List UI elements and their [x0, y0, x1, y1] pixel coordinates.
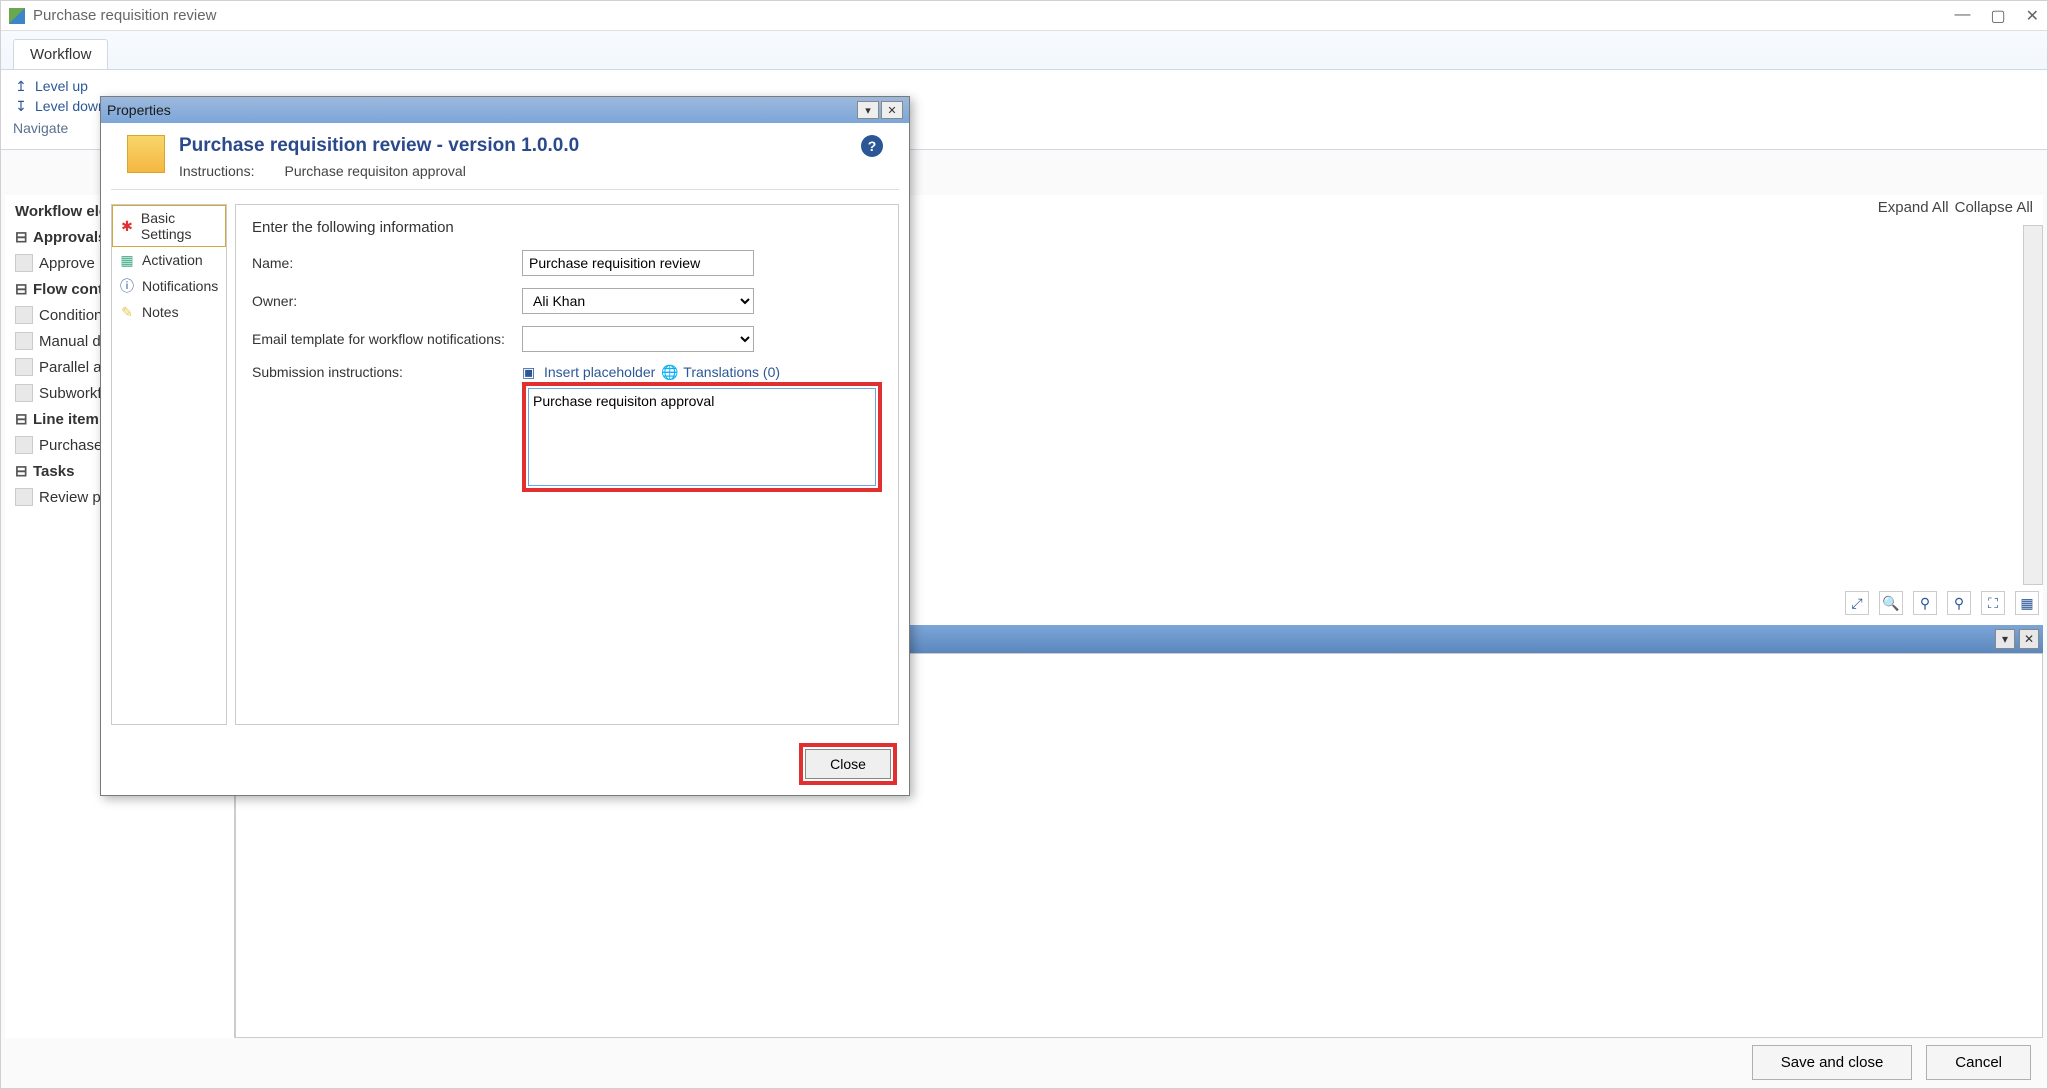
level-up-button[interactable]: ↥ Level up	[13, 76, 2035, 96]
expand-all-button[interactable]: Expand All	[1878, 199, 1949, 216]
cancel-button[interactable]: Cancel	[1926, 1045, 2031, 1080]
workflow-type-icon	[127, 135, 165, 173]
collapse-all-button[interactable]: Collapse All	[1955, 199, 2033, 216]
grid-icon[interactable]: ▦	[2015, 591, 2039, 615]
level-up-icon: ↥	[13, 78, 29, 94]
insert-placeholder-link[interactable]: Insert placeholder	[544, 364, 655, 380]
collapse-icon[interactable]: ⊟	[15, 280, 27, 298]
instructions-highlight	[522, 382, 882, 492]
dialog-dropdown-icon[interactable]: ▾	[857, 101, 879, 119]
collapse-icon[interactable]: ⊟	[15, 410, 27, 428]
nav-activation[interactable]: ▦Activation	[112, 247, 226, 273]
help-icon[interactable]: ?	[861, 135, 883, 157]
manual-icon	[15, 332, 33, 350]
instructions-label: Instructions:	[179, 163, 254, 179]
save-and-close-button[interactable]: Save and close	[1752, 1045, 1913, 1080]
dialog-close-icon[interactable]: ✕	[881, 101, 903, 119]
nav-basic-settings[interactable]: ✱Basic Settings	[112, 205, 226, 247]
fit-icon[interactable]: ⤢	[1845, 591, 1869, 615]
vertical-scrollbar[interactable]	[2023, 225, 2043, 585]
collapse-icon[interactable]: ⊟	[15, 228, 27, 246]
panel-close-icon[interactable]: ✕	[2019, 629, 2039, 649]
expand-icon[interactable]: ⛶	[1981, 591, 2005, 615]
collapse-icon[interactable]: ⊟	[15, 462, 27, 480]
activation-icon: ▦	[118, 251, 136, 269]
close-button[interactable]: Close	[805, 749, 891, 779]
zoom-100-icon[interactable]: ⚲	[1913, 591, 1937, 615]
zoom-out-icon[interactable]: ⚲	[1947, 591, 1971, 615]
zoom-in-icon[interactable]: 🔍	[1879, 591, 1903, 615]
panel-dropdown-icon[interactable]: ▾	[1995, 629, 2015, 649]
dialog-form: Enter the following information Name: Ow…	[235, 204, 899, 725]
approve-icon	[15, 254, 33, 272]
notes-icon: ✎	[118, 303, 136, 321]
star-icon: ✱	[119, 217, 135, 235]
main-titlebar: Purchase requisition review — ▢ ✕	[1, 1, 2047, 31]
nav-notes[interactable]: ✎Notes	[112, 299, 226, 325]
insert-placeholder-icon: ▣	[522, 364, 538, 380]
submission-instructions-label: Submission instructions:	[252, 364, 522, 380]
minimize-button[interactable]: —	[1954, 6, 1970, 26]
email-template-label: Email template for workflow notification…	[252, 331, 522, 347]
review-icon	[15, 488, 33, 506]
zoom-toolbar: ⤢ 🔍 ⚲ ⚲ ⛶ ▦	[1845, 591, 2039, 615]
maximize-button[interactable]: ▢	[1990, 6, 2005, 26]
dialog-header: Purchase requisition review - version 1.…	[111, 123, 899, 190]
dialog-title: Properties	[107, 102, 171, 118]
form-header: Enter the following information	[252, 219, 882, 236]
close-highlight: Close	[799, 743, 897, 785]
level-down-icon: ↧	[13, 98, 29, 114]
dialog-titlebar[interactable]: Properties ▾ ✕	[101, 97, 909, 123]
tab-workflow[interactable]: Workflow	[13, 39, 108, 69]
dialog-heading: Purchase requisition review - version 1.…	[179, 135, 579, 157]
properties-dialog: Properties ▾ ✕ Purchase requisition revi…	[100, 96, 910, 796]
name-label: Name:	[252, 255, 522, 271]
window-title: Purchase requisition review	[33, 7, 216, 24]
close-window-button[interactable]: ✕	[2026, 6, 2039, 26]
info-icon: ⓘ	[118, 277, 136, 295]
instructions-value: Purchase requisiton approval	[284, 163, 465, 179]
email-template-select[interactable]	[522, 326, 754, 352]
name-input[interactable]	[522, 250, 754, 276]
translations-icon: 🌐	[661, 364, 677, 380]
translations-link[interactable]: Translations (0)	[683, 364, 780, 380]
subworkflow-icon	[15, 384, 33, 402]
parallel-icon	[15, 358, 33, 376]
dialog-nav: ✱Basic Settings ▦Activation ⓘNotificatio…	[111, 204, 227, 725]
purchase-icon	[15, 436, 33, 454]
conditional-icon	[15, 306, 33, 324]
submission-instructions-input[interactable]	[528, 388, 876, 486]
app-icon	[9, 8, 25, 24]
owner-label: Owner:	[252, 293, 522, 309]
owner-select[interactable]: Ali Khan	[522, 288, 754, 314]
nav-notifications[interactable]: ⓘNotifications	[112, 273, 226, 299]
